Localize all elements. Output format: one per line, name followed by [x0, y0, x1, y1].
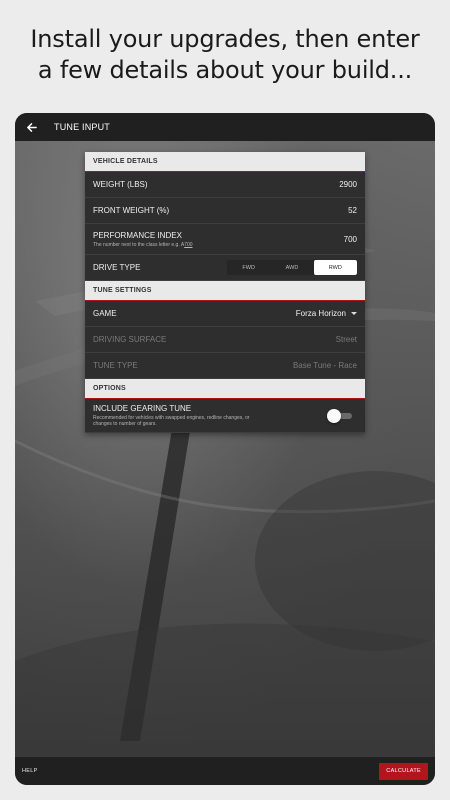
tune-type-label: TUNE TYPE [93, 361, 138, 370]
game-field[interactable]: GAME Forza Horizon [85, 301, 365, 327]
drive-type-field: DRIVE TYPE FWD AWD RWD [85, 255, 365, 281]
gearing-tune-label: INCLUDE GEARING TUNE [93, 404, 192, 413]
help-button[interactable]: HELP [22, 768, 38, 774]
back-button[interactable] [17, 113, 45, 141]
app-bar: TUNE INPUT [15, 113, 435, 141]
drive-option-rwd[interactable]: RWD [313, 260, 357, 275]
device-screen: TUNE INPUT VEHICLE DETAILS WEIGHT (LBS) … [15, 113, 435, 785]
driving-surface-label: DRIVING SURFACE [93, 335, 167, 344]
front-weight-field[interactable]: FRONT WEIGHT (%) 52 [85, 198, 365, 224]
driving-surface-value: Street [335, 335, 357, 344]
bottom-bar: HELP CALCULATE [15, 757, 435, 785]
weight-label: WEIGHT (LBS) [93, 180, 148, 189]
drive-type-label: DRIVE TYPE [93, 263, 141, 272]
performance-index-label-group: PERFORMANCE INDEX The number next to the… [93, 231, 193, 248]
drive-option-fwd[interactable]: FWD [227, 260, 270, 275]
arrow-left-icon [26, 122, 37, 132]
caret-down-icon [351, 312, 357, 315]
game-value: Forza Horizon [295, 309, 346, 318]
gearing-tune-toggle[interactable] [327, 409, 353, 423]
calculate-button[interactable]: CALCULATE [379, 762, 428, 780]
section-header-vehicle-details: VEHICLE DETAILS [85, 152, 365, 172]
section-header-tune-settings: TUNE SETTINGS [85, 281, 365, 301]
tune-type-value: Base Tune - Race [292, 361, 357, 370]
promo-line-2: a few details about your build... [37, 56, 413, 84]
gearing-tune-hint: Recommended for vehicles with swapped en… [93, 415, 250, 427]
driving-surface-field: DRIVING SURFACE Street [85, 327, 365, 353]
weight-field[interactable]: WEIGHT (LBS) 2900 [85, 172, 365, 198]
game-dropdown[interactable]: Forza Horizon [296, 309, 357, 318]
tune-input-form: VEHICLE DETAILS WEIGHT (LBS) 2900 FRONT … [85, 152, 365, 433]
performance-index-hint: The number next to the class letter e.g.… [93, 241, 193, 248]
drive-type-selector: FWD AWD RWD [227, 260, 357, 275]
drive-option-awd[interactable]: AWD [270, 260, 313, 275]
toggle-knob [327, 409, 341, 423]
section-header-options: OPTIONS [85, 379, 365, 399]
front-weight-label: FRONT WEIGHT (%) [93, 206, 170, 215]
page-title: TUNE INPUT [54, 122, 110, 132]
performance-index-label: PERFORMANCE INDEX [93, 230, 182, 240]
tune-type-field: TUNE TYPE Base Tune - Race [85, 353, 365, 379]
promo-headline: Install your upgrades, then enter a few … [0, 24, 450, 86]
front-weight-value[interactable]: 52 [348, 206, 357, 215]
performance-index-field[interactable]: PERFORMANCE INDEX The number next to the… [85, 224, 365, 255]
gearing-tune-option[interactable]: INCLUDE GEARING TUNE Recommended for veh… [85, 399, 365, 433]
game-label: GAME [93, 309, 117, 318]
gearing-tune-label-group: INCLUDE GEARING TUNE Recommended for veh… [93, 404, 263, 427]
performance-index-value[interactable]: 700 [344, 235, 357, 244]
weight-value[interactable]: 2900 [339, 180, 357, 189]
promo-line-1: Install your upgrades, then enter [30, 25, 420, 53]
